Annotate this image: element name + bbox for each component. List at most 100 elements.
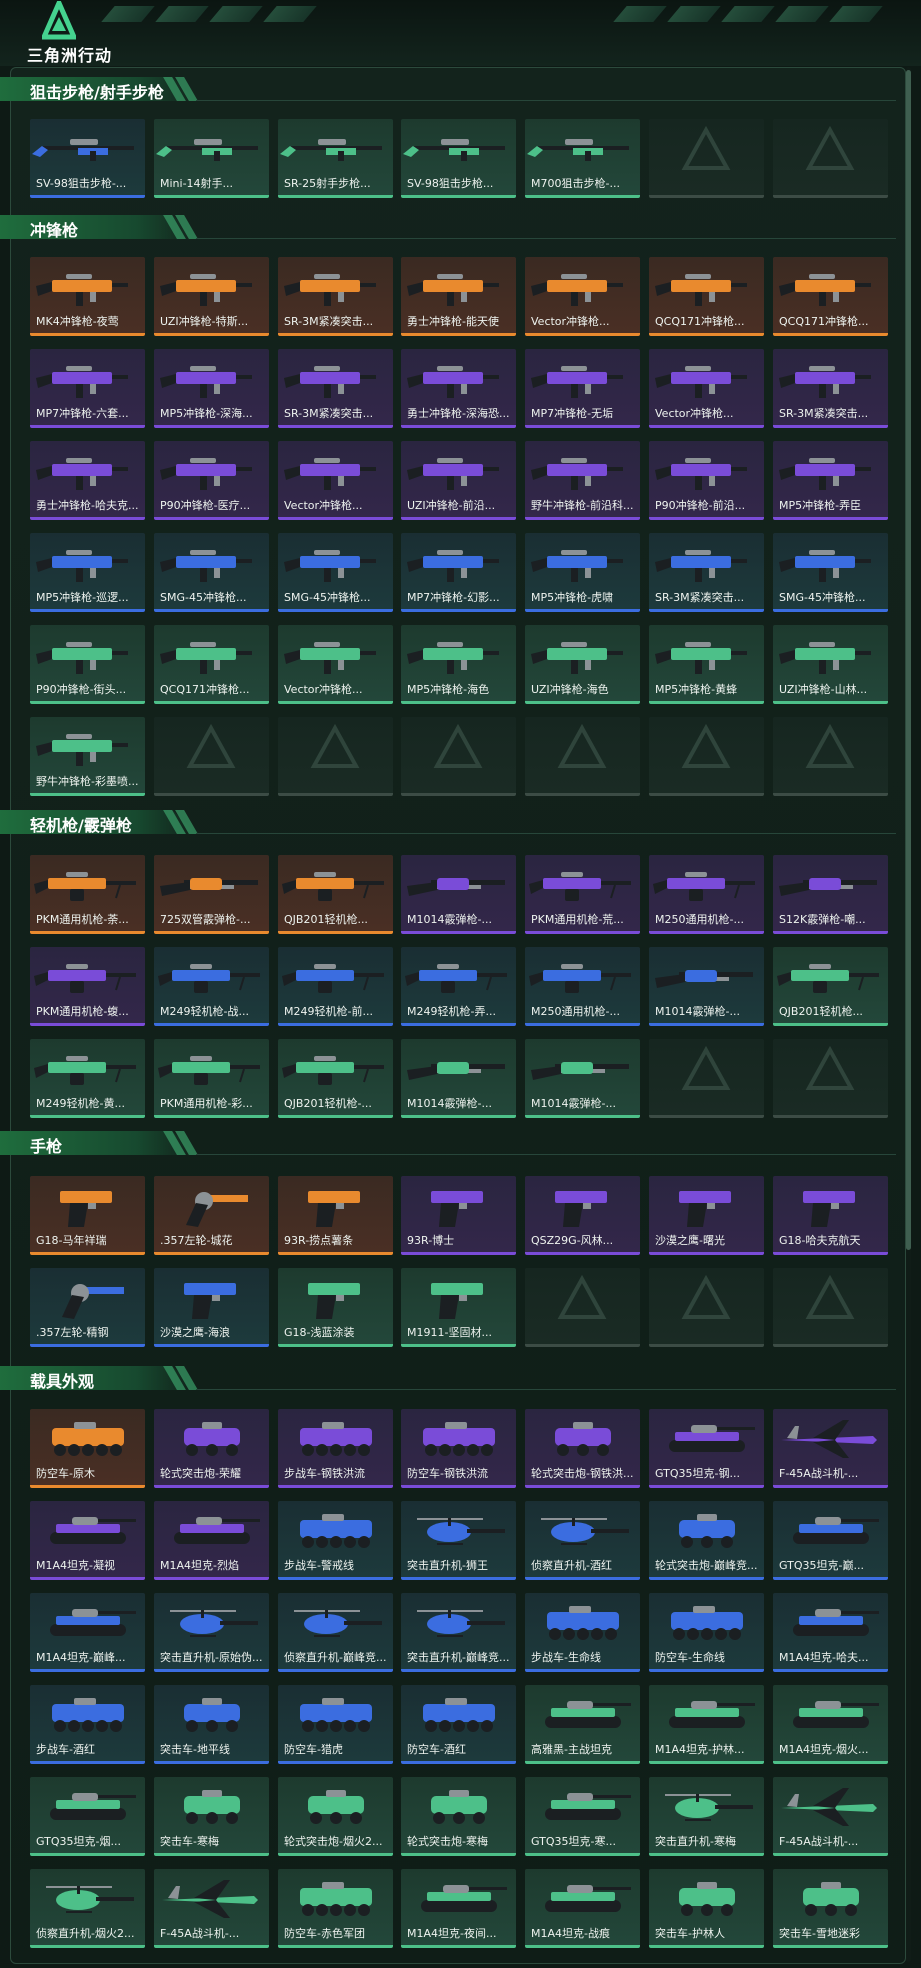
skin-card[interactable]: UZI冲锋枪-特斯... bbox=[154, 257, 269, 336]
scrollbar-thumb[interactable] bbox=[906, 70, 911, 1250]
skin-card[interactable]: 侦察直升机-酒红 bbox=[525, 1501, 640, 1580]
skin-card[interactable]: M249轻机枪-黄... bbox=[30, 1039, 145, 1118]
skin-card[interactable]: M1014霰弹枪-... bbox=[401, 1039, 516, 1118]
skin-card[interactable]: 轮式突击炮-寒梅 bbox=[401, 1777, 516, 1856]
skin-card[interactable]: 725双管霰弹枪-... bbox=[154, 855, 269, 934]
skin-card[interactable]: SV-98狙击步枪... bbox=[401, 119, 516, 198]
skin-card[interactable]: SMG-45冲锋枪... bbox=[773, 533, 888, 612]
skin-card[interactable]: QCQ171冲锋枪... bbox=[154, 625, 269, 704]
skin-card[interactable]: Vector冲锋枪... bbox=[525, 257, 640, 336]
skin-card[interactable]: M1014霰弹枪-... bbox=[525, 1039, 640, 1118]
skin-card[interactable]: 突击直升机-巅峰竞... bbox=[401, 1593, 516, 1672]
skin-card[interactable]: S12K霰弹枪-嘲... bbox=[773, 855, 888, 934]
skin-card[interactable]: 防空车-原木 bbox=[30, 1409, 145, 1488]
skin-card[interactable]: SR-3M紧凑突击... bbox=[278, 349, 393, 428]
skin-card[interactable]: SR-3M紧凑突击... bbox=[278, 257, 393, 336]
skin-card[interactable]: GTQ35坦克-巅... bbox=[773, 1501, 888, 1580]
skin-card[interactable]: 防空车-酒红 bbox=[401, 1685, 516, 1764]
skin-card[interactable]: UZI冲锋枪-山林... bbox=[773, 625, 888, 704]
skin-card[interactable]: UZI冲锋枪-海色 bbox=[525, 625, 640, 704]
skin-card[interactable]: F-45A战斗机-... bbox=[773, 1777, 888, 1856]
skin-card[interactable]: F-45A战斗机-... bbox=[154, 1869, 269, 1948]
skin-card[interactable]: 轮式突击炮-巅峰竞... bbox=[649, 1501, 764, 1580]
skin-card[interactable]: SR-3M紧凑突击... bbox=[773, 349, 888, 428]
skin-card[interactable]: P90冲锋枪-前沿... bbox=[649, 441, 764, 520]
skin-card[interactable]: F-45A战斗机-... bbox=[773, 1409, 888, 1488]
skin-card[interactable]: UZI冲锋枪-前沿... bbox=[401, 441, 516, 520]
skin-card[interactable]: G18-哈夫克航天 bbox=[773, 1176, 888, 1255]
skin-card[interactable]: 突击车-地平线 bbox=[154, 1685, 269, 1764]
skin-card[interactable]: 勇士冲锋枪-深海恐... bbox=[401, 349, 516, 428]
skin-card[interactable]: MP5冲锋枪-虎啸 bbox=[525, 533, 640, 612]
skin-card[interactable]: QSZ29G-风林... bbox=[525, 1176, 640, 1255]
skin-card[interactable]: GTQ35坦克-寒... bbox=[525, 1777, 640, 1856]
skin-card[interactable]: M1A4坦克-战痕 bbox=[525, 1869, 640, 1948]
skin-card[interactable]: PKM通用机枪-彩... bbox=[154, 1039, 269, 1118]
skin-card[interactable]: M250通用机枪-... bbox=[649, 855, 764, 934]
skin-card[interactable]: .357左轮-城花 bbox=[154, 1176, 269, 1255]
skin-card[interactable]: 轮式突击炮-烟火2... bbox=[278, 1777, 393, 1856]
skin-card[interactable]: 93R-博士 bbox=[401, 1176, 516, 1255]
skin-card[interactable]: 突击车-护林人 bbox=[649, 1869, 764, 1948]
skin-card[interactable]: 突击直升机-原始伪... bbox=[154, 1593, 269, 1672]
skin-card[interactable]: 突击车-雪地迷彩 bbox=[773, 1869, 888, 1948]
skin-card[interactable]: M700狙击步枪-... bbox=[525, 119, 640, 198]
skin-card[interactable]: MP7冲锋枪-六套... bbox=[30, 349, 145, 428]
skin-card[interactable]: MP5冲锋枪-弄臣 bbox=[773, 441, 888, 520]
skin-card[interactable]: QCQ171冲锋枪... bbox=[649, 257, 764, 336]
skin-card[interactable]: 突击直升机-寒梅 bbox=[649, 1777, 764, 1856]
skin-card[interactable]: 侦察直升机-巅峰竞... bbox=[278, 1593, 393, 1672]
skin-card[interactable]: GTQ35坦克-烟... bbox=[30, 1777, 145, 1856]
skin-card[interactable]: 防空车-猎虎 bbox=[278, 1685, 393, 1764]
skin-card[interactable]: 防空车-钢铁洪流 bbox=[401, 1409, 516, 1488]
skin-card[interactable]: Vector冲锋枪... bbox=[278, 441, 393, 520]
skin-card[interactable]: M1A4坦克-哈夫... bbox=[773, 1593, 888, 1672]
skin-card[interactable]: 野牛冲锋枪-彩墨喷... bbox=[30, 717, 145, 796]
skin-card[interactable]: M1014霰弹枪-... bbox=[649, 947, 764, 1026]
skin-card[interactable]: 侦察直升机-烟火2... bbox=[30, 1869, 145, 1948]
skin-card[interactable]: P90冲锋枪-医疗... bbox=[154, 441, 269, 520]
skin-card[interactable]: G18-马年祥瑞 bbox=[30, 1176, 145, 1255]
skin-card[interactable]: Mini-14射手... bbox=[154, 119, 269, 198]
skin-card[interactable]: 步战车-钢铁洪流 bbox=[278, 1409, 393, 1488]
skin-card[interactable]: MP7冲锋枪-幻影... bbox=[401, 533, 516, 612]
skin-card[interactable]: 93R-捞点薯条 bbox=[278, 1176, 393, 1255]
skin-card[interactable]: M1911-坚固材... bbox=[401, 1268, 516, 1347]
skin-card[interactable]: 勇士冲锋枪-能天使 bbox=[401, 257, 516, 336]
skin-card[interactable]: SR-3M紧凑突击... bbox=[649, 533, 764, 612]
skin-card[interactable]: MP5冲锋枪-海色 bbox=[401, 625, 516, 704]
skin-card[interactable]: M249轻机枪-战... bbox=[154, 947, 269, 1026]
skin-card[interactable]: SV-98狙击步枪-... bbox=[30, 119, 145, 198]
skin-card[interactable]: 步战车-警戒线 bbox=[278, 1501, 393, 1580]
skin-card[interactable]: M1A4坦克-凝视 bbox=[30, 1501, 145, 1580]
skin-card[interactable]: PKM通用机枪-荒... bbox=[525, 855, 640, 934]
skin-card[interactable]: M1A4坦克-巅峰... bbox=[30, 1593, 145, 1672]
skin-card[interactable]: MP5冲锋枪-巡逻... bbox=[30, 533, 145, 612]
skin-card[interactable]: P90冲锋枪-街头... bbox=[30, 625, 145, 704]
skin-card[interactable]: MP7冲锋枪-无垢 bbox=[525, 349, 640, 428]
skin-card[interactable]: M249轻机枪-弄... bbox=[401, 947, 516, 1026]
skin-card[interactable]: M1A4坦克-护林... bbox=[649, 1685, 764, 1764]
skin-card[interactable]: G18-浅蓝涂装 bbox=[278, 1268, 393, 1347]
skin-card[interactable]: 沙漠之鹰-曙光 bbox=[649, 1176, 764, 1255]
skin-card[interactable]: QCQ171冲锋枪... bbox=[773, 257, 888, 336]
skin-card[interactable]: GTQ35坦克-钢... bbox=[649, 1409, 764, 1488]
skin-card[interactable]: Vector冲锋枪... bbox=[278, 625, 393, 704]
skin-card[interactable]: QJB201轻机枪-... bbox=[278, 1039, 393, 1118]
skin-card[interactable]: PKM通用机枪-荼... bbox=[30, 855, 145, 934]
skin-card[interactable]: 高雅黑-主战坦克 bbox=[525, 1685, 640, 1764]
skin-card[interactable]: MK4冲锋枪-夜莺 bbox=[30, 257, 145, 336]
skin-card[interactable]: 勇士冲锋枪-哈夫克... bbox=[30, 441, 145, 520]
skin-card[interactable]: 轮式突击炮-钢铁洪... bbox=[525, 1409, 640, 1488]
skin-card[interactable]: 突击直升机-狮王 bbox=[401, 1501, 516, 1580]
skin-card[interactable]: M1014霰弹枪-... bbox=[401, 855, 516, 934]
skin-card[interactable]: 沙漠之鹰-海浪 bbox=[154, 1268, 269, 1347]
skin-card[interactable]: MP5冲锋枪-黄蜂 bbox=[649, 625, 764, 704]
skin-card[interactable]: SMG-45冲锋枪... bbox=[278, 533, 393, 612]
skin-card[interactable]: 野牛冲锋枪-前沿科... bbox=[525, 441, 640, 520]
skin-card[interactable]: M1A4坦克-夜间... bbox=[401, 1869, 516, 1948]
skin-card[interactable]: Vector冲锋枪... bbox=[649, 349, 764, 428]
skin-card[interactable]: QJB201轻机枪... bbox=[773, 947, 888, 1026]
skin-card[interactable]: M249轻机枪-前... bbox=[278, 947, 393, 1026]
skin-card[interactable]: MP5冲锋枪-深海... bbox=[154, 349, 269, 428]
